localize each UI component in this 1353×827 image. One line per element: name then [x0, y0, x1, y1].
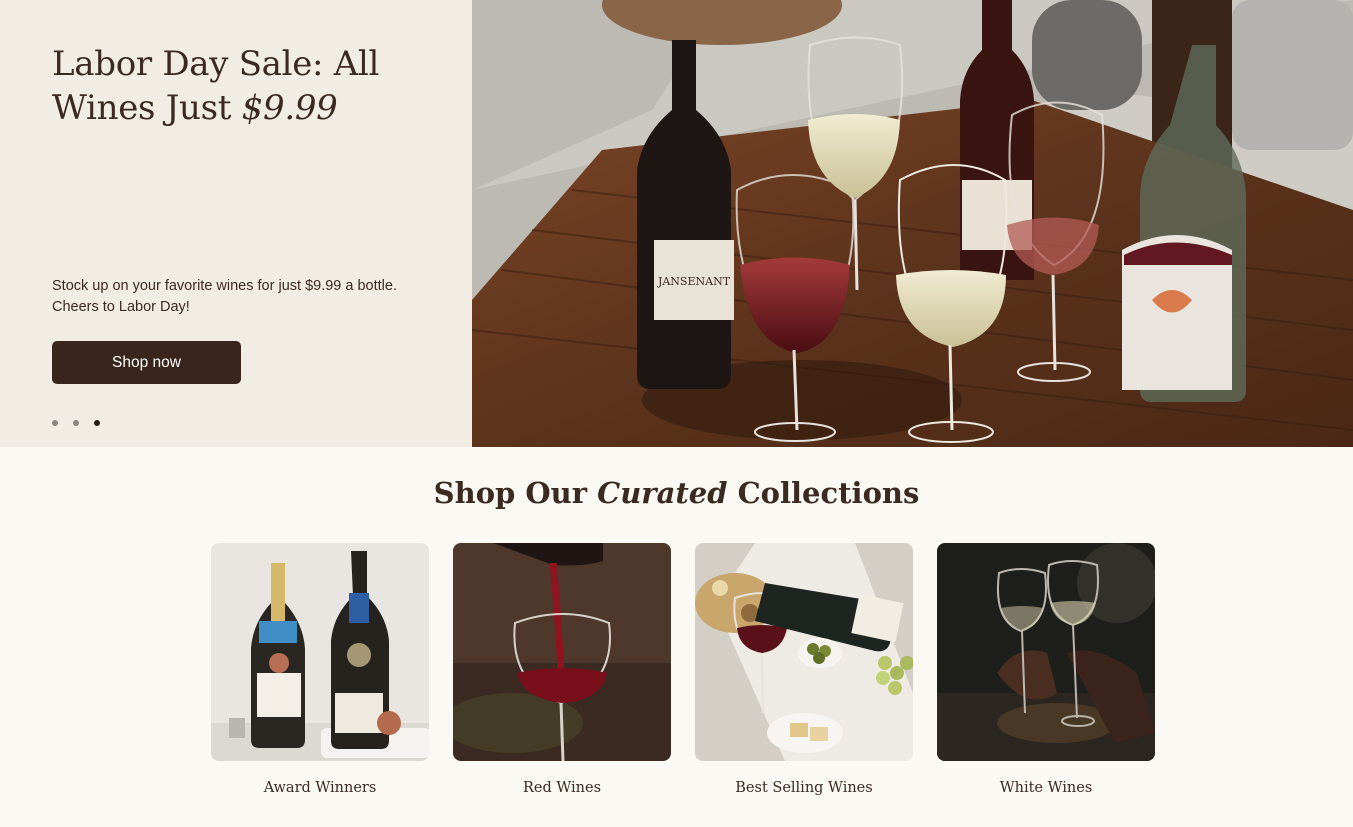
collections-title: Shop Our Curated Collections — [0, 476, 1353, 510]
collection-card-red-wines[interactable]: Red Wines — [453, 543, 671, 796]
best-selling-image[interactable] — [695, 543, 913, 761]
hero-wine-scene: JANSENANT — [472, 0, 1353, 447]
best-selling-illustration — [695, 543, 913, 761]
collection-cards: Award Winners Red Wines Best Selling Win… — [211, 543, 1155, 796]
red-wines-image[interactable] — [453, 543, 671, 761]
white-wines-illustration — [937, 543, 1155, 761]
hero-title-price: $9.99 — [241, 88, 338, 128]
award-winners-illustration — [211, 543, 429, 761]
hero-title: Labor Day Sale: All Wines Just $9.99 — [52, 42, 442, 130]
collections-title-pre: Shop Our — [433, 476, 598, 510]
collection-label[interactable]: Red Wines — [453, 780, 671, 796]
bottle-label-text: JANSENANT — [657, 275, 731, 288]
carousel-dot-3[interactable] — [94, 420, 100, 426]
carousel-dot-2[interactable] — [73, 420, 79, 426]
collection-card-award-winners[interactable]: Award Winners — [211, 543, 429, 796]
collection-card-white-wines[interactable]: White Wines — [937, 543, 1155, 796]
collection-card-best-selling[interactable]: Best Selling Wines — [695, 543, 913, 796]
collection-label[interactable]: Award Winners — [211, 780, 429, 796]
hero-text-panel: Labor Day Sale: All Wines Just $9.99 Sto… — [0, 0, 472, 447]
white-wines-image[interactable] — [937, 543, 1155, 761]
hero-image: JANSENANT — [472, 0, 1353, 447]
award-winners-image[interactable] — [211, 543, 429, 761]
collection-label[interactable]: White Wines — [937, 780, 1155, 796]
hero-description: Stock up on your favorite wines for just… — [52, 278, 397, 315]
carousel-dot-1[interactable] — [52, 420, 58, 426]
carousel-dots — [52, 420, 100, 426]
collections-title-post: Collections — [727, 476, 920, 510]
hero-banner: Labor Day Sale: All Wines Just $9.99 Sto… — [0, 0, 1353, 447]
shop-now-button[interactable]: Shop now — [52, 341, 241, 384]
collection-label[interactable]: Best Selling Wines — [695, 780, 913, 796]
red-wines-illustration — [453, 543, 671, 761]
collections-title-emphasis: Curated — [597, 476, 728, 510]
